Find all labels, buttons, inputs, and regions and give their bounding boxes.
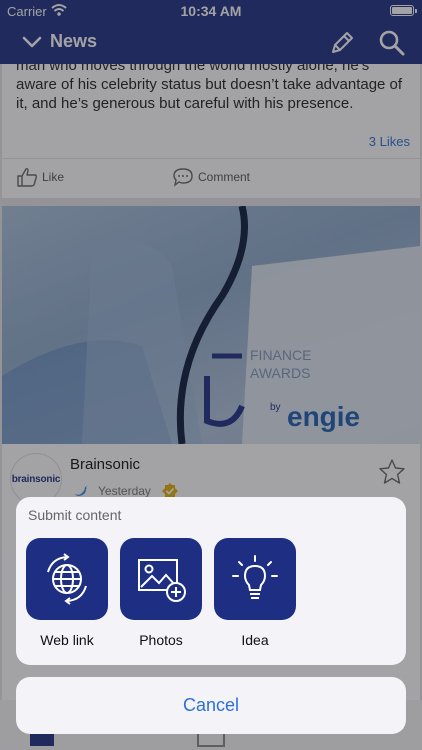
web-link-label: Web link: [40, 632, 94, 648]
sheet-title: Submit content: [28, 507, 122, 523]
image-add-icon: [120, 538, 202, 620]
cancel-button[interactable]: Cancel: [16, 677, 406, 734]
globe-refresh-icon: [26, 538, 108, 620]
idea-option[interactable]: Idea: [214, 538, 296, 648]
photos-label: Photos: [139, 632, 183, 648]
web-link-option[interactable]: Web link: [26, 538, 108, 648]
lightbulb-icon: [214, 538, 296, 620]
submit-content-sheet: Submit content Web link Photos Idea: [16, 497, 406, 665]
idea-label: Idea: [241, 632, 269, 648]
photos-option[interactable]: Photos: [120, 538, 202, 648]
